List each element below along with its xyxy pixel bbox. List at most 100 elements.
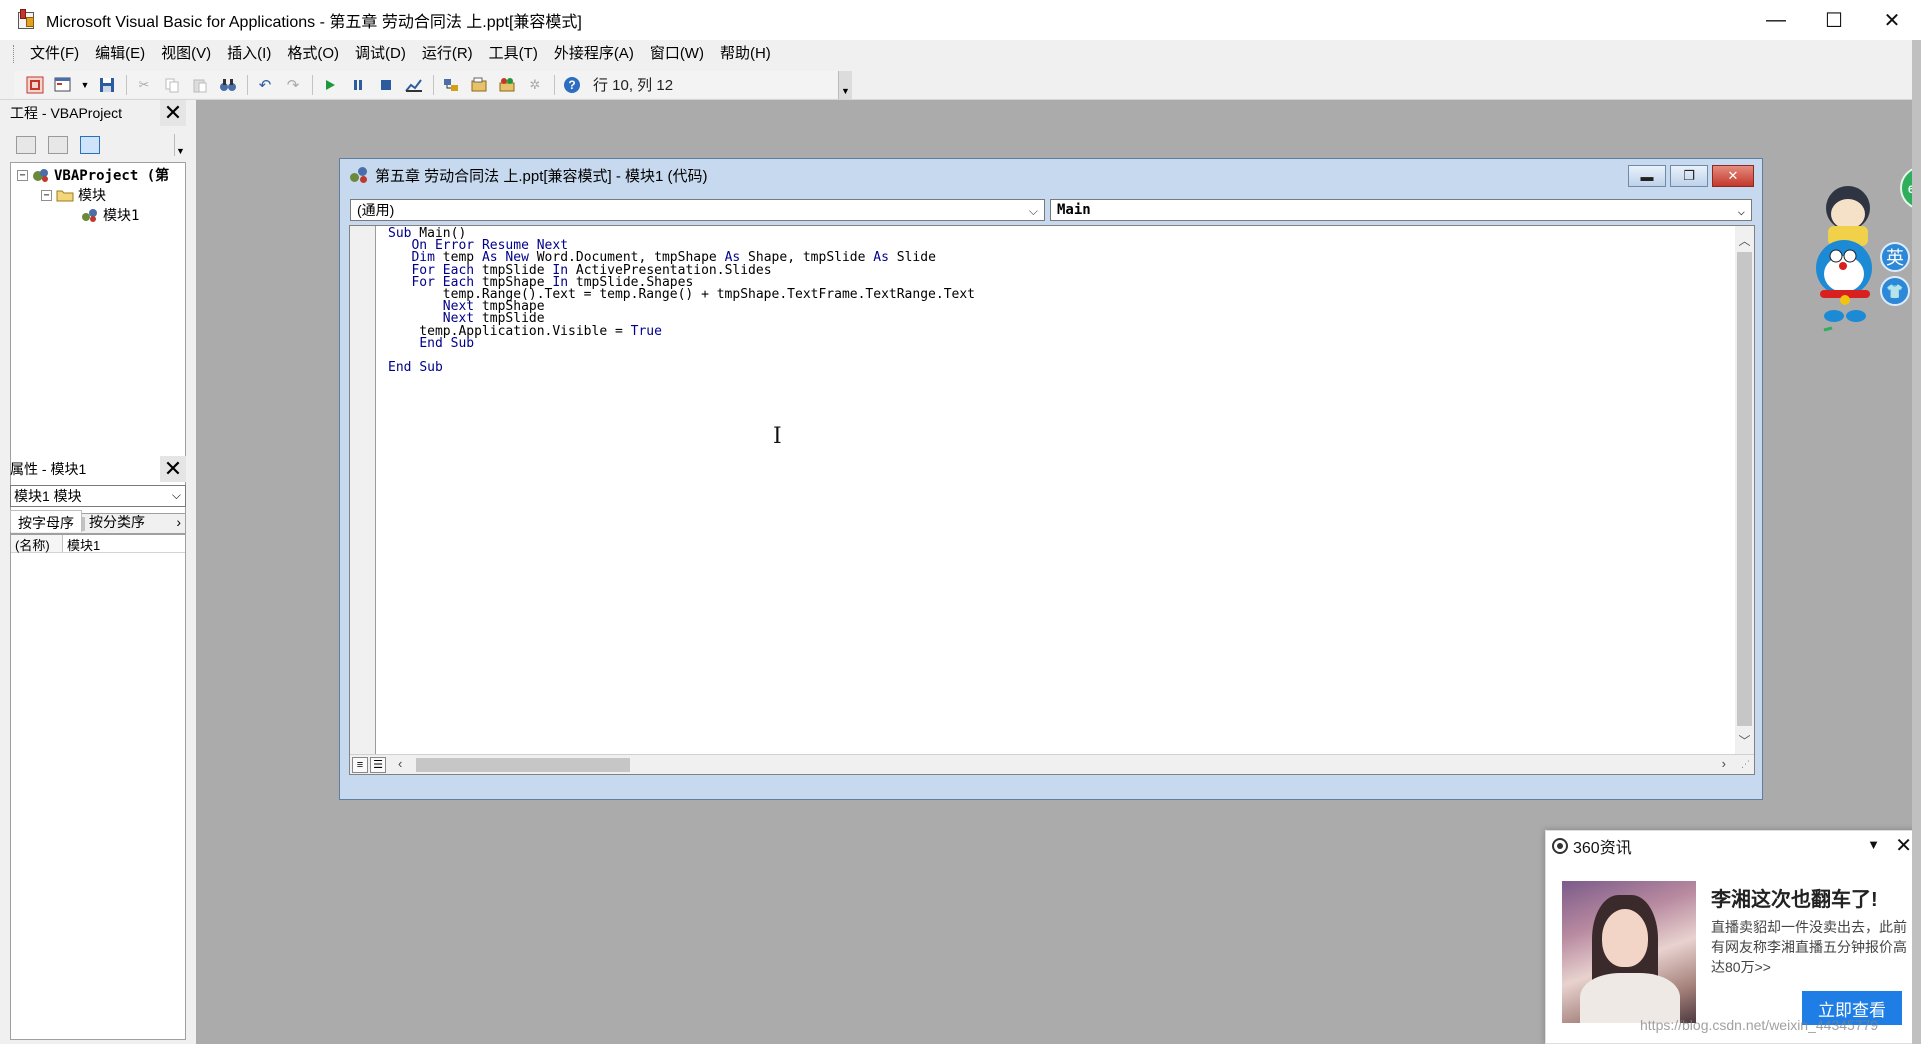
properties-window-icon[interactable] [468, 74, 490, 96]
project-pane-header: 工程 - VBAProject ✕ [10, 100, 186, 126]
reset-icon[interactable] [375, 74, 397, 96]
maximize-button[interactable]: ☐ [1805, 0, 1863, 40]
save-icon[interactable] [96, 74, 118, 96]
properties-object-select[interactable]: 模块1 模块 ⌵ [10, 485, 186, 507]
property-row[interactable]: (名称) 模块1 [11, 535, 185, 553]
code-hscrollbar[interactable]: ≡ ☰ ‹ › ⋰ [350, 754, 1754, 774]
code-line[interactable]: End Sub [388, 361, 975, 374]
scroll-thumb[interactable] [1737, 252, 1752, 726]
break-icon[interactable] [347, 74, 369, 96]
menu-insert[interactable]: 插入(I) [219, 42, 279, 66]
code-minimize-button[interactable]: ▬ [1628, 165, 1666, 187]
window-controls: — ☐ ✕ [1747, 0, 1921, 40]
menu-view[interactable]: 视图(V) [153, 42, 219, 66]
cut-icon[interactable]: ✂ [133, 74, 155, 96]
copy-icon[interactable] [161, 74, 183, 96]
find-icon[interactable] [217, 74, 239, 96]
scroll-right-icon[interactable]: › [176, 514, 181, 530]
menu-format[interactable]: 格式(O) [279, 42, 347, 66]
menu-help[interactable]: 帮助(H) [712, 42, 779, 66]
tree-node-module1[interactable]: 模块1 [81, 205, 139, 225]
code-editor[interactable]: Sub Main() On Error Resume Next Dim temp… [349, 225, 1755, 775]
window-right-edge [1912, 40, 1921, 1044]
insert-dropdown-icon[interactable]: ▼ [80, 74, 90, 96]
code-text[interactable]: Sub Main() On Error Resume Next Dim temp… [388, 227, 975, 374]
procedure-view-button[interactable]: ≡ [352, 757, 368, 773]
news-summary[interactable]: 直播卖貂却一件没卖出去，此前有网友称李湘直播五分钟报价高达80万>> [1711, 917, 1911, 977]
cursor-position: 行 10, 列 12 [593, 77, 674, 94]
project-toolbar-dropdown[interactable]: ▼ [174, 134, 186, 156]
chevron-down-icon[interactable]: ▼ [1867, 837, 1880, 852]
insert-userform-icon[interactable] [52, 74, 74, 96]
code-line[interactable]: End Sub [388, 337, 975, 350]
view-code-icon[interactable] [16, 136, 36, 154]
news-headline[interactable]: 李湘这次也翻车了! [1711, 883, 1878, 912]
toolbar-overflow-button[interactable]: ▼ [838, 71, 852, 99]
project-pane-close-button[interactable]: ✕ [160, 100, 186, 126]
property-value[interactable]: 模块1 [63, 535, 100, 553]
procedure-combo[interactable]: Main ⌵ [1050, 199, 1752, 221]
toggle-folders-icon[interactable] [80, 136, 100, 154]
news-thumbnail[interactable] [1562, 881, 1696, 1023]
menu-file[interactable]: 文件(F) [22, 42, 87, 66]
design-mode-icon[interactable] [403, 74, 425, 96]
full-module-view-button[interactable]: ☰ [370, 757, 386, 773]
minimize-button[interactable]: — [1747, 0, 1805, 40]
chevron-down-icon[interactable]: ⌵ [172, 488, 181, 503]
vba-app-icon [16, 9, 38, 31]
run-icon[interactable] [319, 74, 341, 96]
menu-run[interactable]: 运行(R) [414, 42, 481, 66]
redo-icon[interactable]: ↷ [282, 74, 304, 96]
undo-icon[interactable]: ↶ [254, 74, 276, 96]
collapse-icon[interactable]: − [41, 189, 52, 201]
menu-addins[interactable]: 外接程序(A) [546, 42, 642, 66]
object-combo[interactable]: (通用) ⌵ [350, 199, 1045, 221]
scroll-thumb[interactable] [416, 758, 630, 772]
code-window-titlebar[interactable]: 第五章 劳动合同法 上.ppt[兼容模式] - 模块1 (代码) ▬ ❐ ✕ [340, 159, 1762, 191]
menu-edit[interactable]: 编辑(E) [87, 42, 153, 66]
view-host-app-icon[interactable] [24, 74, 46, 96]
toolbox-icon[interactable]: ✲ [524, 74, 546, 96]
margin-indicator-bar[interactable] [350, 226, 376, 756]
menu-window[interactable]: 窗口(W) [642, 42, 712, 66]
tab-categorized[interactable]: 按分类序 [82, 510, 152, 532]
code-line[interactable] [388, 350, 975, 362]
chevron-down-icon[interactable]: ⌵ [1738, 201, 1745, 221]
window-title: Microsoft Visual Basic for Applications … [46, 14, 582, 31]
news-popup: 360资讯 ▼ ✕ 李湘这次也翻车了! 直播卖貂却一件没卖出去，此前有网友称李湘… [1545, 830, 1921, 1044]
scroll-down-icon[interactable]: ﹀ [1735, 732, 1754, 750]
close-button[interactable]: ✕ [1863, 0, 1921, 40]
menu-tools[interactable]: 工具(T) [481, 42, 546, 66]
skin-chip-icon[interactable]: 👕 [1880, 276, 1910, 306]
object-browser-icon[interactable] [496, 74, 518, 96]
code-restore-button[interactable]: ❐ [1670, 165, 1708, 187]
vbaproject-icon [32, 167, 50, 183]
properties-pane-close-button[interactable]: ✕ [160, 456, 186, 482]
code-vscrollbar[interactable]: ︿ ﹀ [1735, 226, 1754, 756]
scroll-left-icon[interactable]: ‹ [398, 756, 402, 771]
resize-grip-icon[interactable]: ⋰ [1741, 759, 1750, 770]
project-explorer-icon[interactable] [440, 74, 462, 96]
collapse-icon[interactable]: − [17, 169, 28, 181]
code-line[interactable]: temp.Application.Visible = True [388, 324, 975, 338]
scroll-up-icon[interactable]: ︿ [1735, 232, 1754, 250]
tree-label-vbaproject: VBAProject (第 [54, 168, 170, 184]
tree-node-modules[interactable]: − 模块 [41, 185, 106, 205]
menu-grip[interactable] [13, 45, 16, 63]
360-logo-icon [1552, 838, 1568, 854]
code-close-button[interactable]: ✕ [1712, 165, 1754, 187]
project-pane-toolbar: ▼ [10, 130, 186, 160]
tree-node-vbaproject[interactable]: − VBAProject (第 [17, 165, 169, 185]
menu-debug[interactable]: 调试(D) [347, 42, 414, 66]
toolbar-separator [312, 74, 313, 95]
help-icon[interactable]: ? [561, 74, 583, 96]
view-object-icon[interactable] [48, 136, 68, 154]
news-close-button[interactable]: ✕ [1895, 833, 1912, 858]
scroll-right-icon[interactable]: › [1722, 756, 1726, 771]
paste-icon[interactable] [189, 74, 211, 96]
chevron-down-icon[interactable]: ⌵ [1029, 201, 1038, 221]
module-icon [350, 166, 370, 184]
tab-alphabetic[interactable]: 按字母序 [10, 510, 82, 532]
ime-english-chip[interactable]: 英 [1880, 242, 1910, 272]
doraemon-mascot-icon[interactable] [1812, 182, 1880, 332]
